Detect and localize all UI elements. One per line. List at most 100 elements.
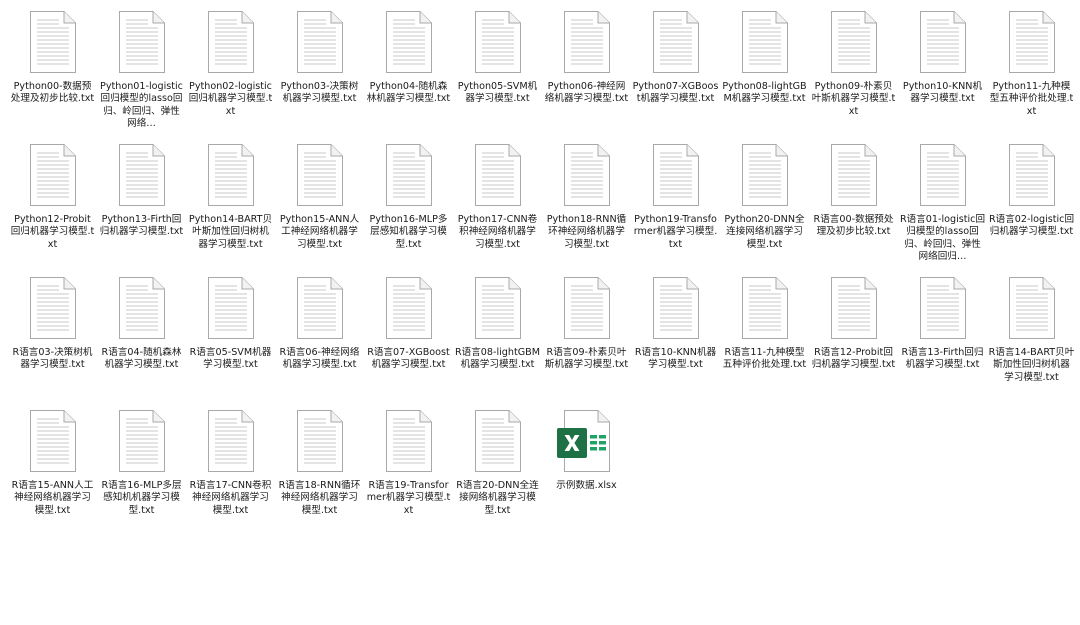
text-file-icon xyxy=(295,276,345,340)
file-name-label: R语言03-决策树机器学习模型.txt xyxy=(12,347,93,371)
text-file-item[interactable]: R语言08-lightGBM机器学习模型.txt xyxy=(453,272,542,405)
file-name-label: R语言15-ANN人工神经网络机器学习模型.txt xyxy=(11,480,94,516)
text-file-item[interactable]: Python11-九种模型五种评价批处理.txt xyxy=(987,6,1076,139)
text-file-icon xyxy=(117,10,167,74)
file-name-label: Python02-logistic回归机器学习模型.txt xyxy=(188,81,273,117)
file-name-label: R语言14-BART贝叶斯加性回归树机器学习模型.txt xyxy=(988,347,1075,383)
file-grid: Python00-数据预处理及初步比较.txt Python01-logisti… xyxy=(8,6,1076,538)
text-file-icon xyxy=(473,143,523,207)
text-file-item[interactable]: R语言03-决策树机器学习模型.txt xyxy=(8,272,97,405)
text-file-item[interactable]: R语言07-XGBoost机器学习模型.txt xyxy=(364,272,453,405)
text-file-icon xyxy=(829,10,879,74)
text-file-item[interactable]: Python18-RNN循环神经网络机器学习模型.txt xyxy=(542,139,631,272)
text-file-icon xyxy=(28,276,78,340)
text-file-item[interactable]: R语言14-BART贝叶斯加性回归树机器学习模型.txt xyxy=(987,272,1076,405)
file-name-label: Python20-DNN全连接网络机器学习模型.txt xyxy=(724,214,805,250)
text-file-item[interactable]: R语言19-Transformer机器学习模型.txt xyxy=(364,405,453,538)
text-file-icon xyxy=(562,10,612,74)
text-file-item[interactable]: Python08-lightGBM机器学习模型.txt xyxy=(720,6,809,139)
text-file-item[interactable]: Python20-DNN全连接网络机器学习模型.txt xyxy=(720,139,809,272)
text-file-item[interactable]: Python00-数据预处理及初步比较.txt xyxy=(8,6,97,139)
text-file-item[interactable]: R语言06-神经网络机器学习模型.txt xyxy=(275,272,364,405)
text-file-icon xyxy=(829,276,879,340)
text-file-icon xyxy=(473,10,523,74)
text-file-item[interactable]: R语言13-Firth回归机器学习模型.txt xyxy=(898,272,987,405)
text-file-item[interactable]: R语言20-DNN全连接网络机器学习模型.txt xyxy=(453,405,542,538)
text-file-item[interactable]: R语言12-Probit回归机器学习模型.txt xyxy=(809,272,898,405)
text-file-item[interactable]: Python07-XGBoost机器学习模型.txt xyxy=(631,6,720,139)
text-file-item[interactable]: R语言04-随机森林机器学习模型.txt xyxy=(97,272,186,405)
text-file-item[interactable]: Python14-BART贝叶斯加性回归树机器学习模型.txt xyxy=(186,139,275,272)
file-name-label: Python07-XGBoost机器学习模型.txt xyxy=(632,81,719,105)
file-name-label: R语言05-SVM机器学习模型.txt xyxy=(189,347,272,371)
file-name-label: R语言20-DNN全连接网络机器学习模型.txt xyxy=(456,480,539,516)
text-file-icon xyxy=(384,409,434,473)
file-name-label: Python10-KNN机器学习模型.txt xyxy=(902,81,983,105)
text-file-item[interactable]: Python15-ANN人工神经网络机器学习模型.txt xyxy=(275,139,364,272)
text-file-item[interactable]: Python12-Probit回归机器学习模型.txt xyxy=(8,139,97,272)
text-file-item[interactable]: R语言18-RNN循环神经网络机器学习模型.txt xyxy=(275,405,364,538)
text-file-item[interactable]: Python10-KNN机器学习模型.txt xyxy=(898,6,987,139)
text-file-icon xyxy=(28,409,78,473)
text-file-icon xyxy=(651,276,701,340)
file-name-label: Python14-BART贝叶斯加性回归树机器学习模型.txt xyxy=(188,214,273,250)
file-name-label: R语言01-logistic回归模型的lasso回归、岭回归、弹性网络回归… xyxy=(899,214,986,262)
text-file-item[interactable]: Python02-logistic回归机器学习模型.txt xyxy=(186,6,275,139)
text-file-item[interactable]: Python01-logistic回归模型的lasso回归、岭回归、弹性网络… xyxy=(97,6,186,139)
excel-file-item[interactable]: 示例数据.xlsx xyxy=(542,405,631,538)
text-file-icon xyxy=(295,143,345,207)
text-file-item[interactable]: Python04-随机森林机器学习模型.txt xyxy=(364,6,453,139)
text-file-item[interactable]: Python16-MLP多层感知机器学习模型.txt xyxy=(364,139,453,272)
file-name-label: R语言00-数据预处理及初步比较.txt xyxy=(813,214,894,238)
excel-file-icon xyxy=(556,409,612,473)
text-file-item[interactable]: Python09-朴素贝叶斯机器学习模型.txt xyxy=(809,6,898,139)
text-file-item[interactable]: Python19-Transformer机器学习模型.txt xyxy=(631,139,720,272)
file-name-label: Python16-MLP多层感知机器学习模型.txt xyxy=(369,214,448,250)
text-file-item[interactable]: R语言02-logistic回归机器学习模型.txt xyxy=(987,139,1076,272)
file-name-label: Python03-决策树机器学习模型.txt xyxy=(280,81,359,105)
text-file-icon xyxy=(1007,143,1057,207)
text-file-item[interactable]: R语言10-KNN机器学习模型.txt xyxy=(631,272,720,405)
text-file-icon xyxy=(1007,276,1057,340)
file-name-label: Python15-ANN人工神经网络机器学习模型.txt xyxy=(279,214,360,250)
file-name-label: R语言04-随机森林机器学习模型.txt xyxy=(101,347,182,371)
text-file-item[interactable]: R语言17-CNN卷积神经网络机器学习模型.txt xyxy=(186,405,275,538)
text-file-icon xyxy=(740,10,790,74)
text-file-icon xyxy=(829,143,879,207)
text-file-icon xyxy=(473,276,523,340)
text-file-item[interactable]: Python17-CNN卷积神经网络机器学习模型.txt xyxy=(453,139,542,272)
text-file-item[interactable]: Python13-Firth回归机器学习模型.txt xyxy=(97,139,186,272)
text-file-icon xyxy=(562,143,612,207)
text-file-icon xyxy=(384,276,434,340)
text-file-icon xyxy=(117,276,167,340)
file-name-label: Python18-RNN循环神经网络机器学习模型.txt xyxy=(546,214,627,250)
text-file-icon xyxy=(918,10,968,74)
text-file-item[interactable]: Python03-决策树机器学习模型.txt xyxy=(275,6,364,139)
text-file-icon xyxy=(473,409,523,473)
text-file-icon xyxy=(918,276,968,340)
text-file-item[interactable]: R语言15-ANN人工神经网络机器学习模型.txt xyxy=(8,405,97,538)
text-file-icon xyxy=(295,409,345,473)
file-name-label: R语言02-logistic回归机器学习模型.txt xyxy=(988,214,1075,238)
file-name-label: R语言16-MLP多层感知机机器学习模型.txt xyxy=(101,480,182,516)
text-file-item[interactable]: R语言09-朴素贝叶斯机器学习模型.txt xyxy=(542,272,631,405)
file-name-label: Python12-Probit回归机器学习模型.txt xyxy=(10,214,95,250)
text-file-item[interactable]: Python05-SVM机器学习模型.txt xyxy=(453,6,542,139)
file-name-label: Python04-随机森林机器学习模型.txt xyxy=(366,81,451,105)
text-file-icon xyxy=(28,10,78,74)
text-file-icon xyxy=(295,10,345,74)
text-file-item[interactable]: R语言11-九种模型五种评价批处理.txt xyxy=(720,272,809,405)
text-file-item[interactable]: R语言16-MLP多层感知机机器学习模型.txt xyxy=(97,405,186,538)
text-file-item[interactable]: R语言00-数据预处理及初步比较.txt xyxy=(809,139,898,272)
file-name-label: Python06-神经网络机器学习模型.txt xyxy=(544,81,629,105)
file-name-label: Python05-SVM机器学习模型.txt xyxy=(457,81,538,105)
text-file-item[interactable]: R语言05-SVM机器学习模型.txt xyxy=(186,272,275,405)
text-file-icon xyxy=(384,143,434,207)
file-name-label: R语言10-KNN机器学习模型.txt xyxy=(634,347,717,371)
file-name-label: R语言19-Transformer机器学习模型.txt xyxy=(366,480,451,516)
text-file-item[interactable]: R语言01-logistic回归模型的lasso回归、岭回归、弹性网络回归… xyxy=(898,139,987,272)
file-name-label: 示例数据.xlsx xyxy=(556,480,617,491)
text-file-icon xyxy=(562,276,612,340)
file-name-label: R语言06-神经网络机器学习模型.txt xyxy=(279,347,360,371)
text-file-item[interactable]: Python06-神经网络机器学习模型.txt xyxy=(542,6,631,139)
